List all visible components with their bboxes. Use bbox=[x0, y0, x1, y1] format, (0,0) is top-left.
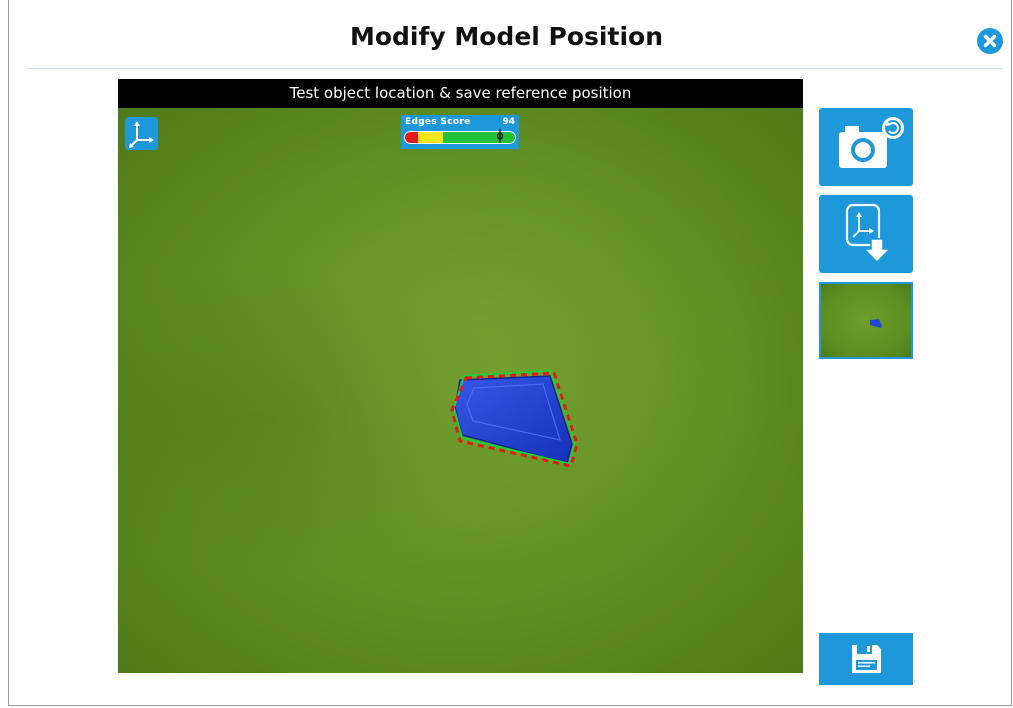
close-icon bbox=[983, 34, 997, 48]
axis-icon bbox=[129, 121, 154, 148]
detected-object bbox=[450, 369, 579, 468]
camera-refresh-icon bbox=[839, 117, 904, 168]
edges-score-label: Edges Score bbox=[405, 117, 471, 127]
close-button[interactable] bbox=[977, 28, 1003, 54]
save-reference-position-button[interactable] bbox=[819, 195, 913, 273]
dialog-title: Modify Model Position bbox=[349, 22, 663, 51]
edges-score-low-segment bbox=[405, 132, 418, 143]
take-snapshot-button[interactable] bbox=[819, 108, 913, 186]
axis-download-icon bbox=[845, 203, 892, 264]
edges-score-high-segment bbox=[443, 132, 515, 143]
camera-view: Test object location & save reference po… bbox=[118, 79, 803, 673]
camera-image bbox=[118, 108, 803, 673]
axis-toggle-button[interactable] bbox=[125, 117, 158, 150]
snapshot-thumbnail[interactable] bbox=[819, 282, 913, 359]
edges-score-value: 94 bbox=[502, 117, 515, 127]
edges-score-mid-segment bbox=[418, 132, 443, 143]
edges-score-marker bbox=[497, 129, 504, 143]
edges-score-panel: Edges Score 94 bbox=[401, 115, 519, 149]
camera-view-header: Test object location & save reference po… bbox=[118, 79, 803, 108]
floppy-disk-icon bbox=[852, 645, 881, 673]
thumbnail-object bbox=[870, 319, 882, 328]
save-button[interactable] bbox=[819, 633, 913, 685]
title-divider bbox=[28, 68, 1003, 69]
